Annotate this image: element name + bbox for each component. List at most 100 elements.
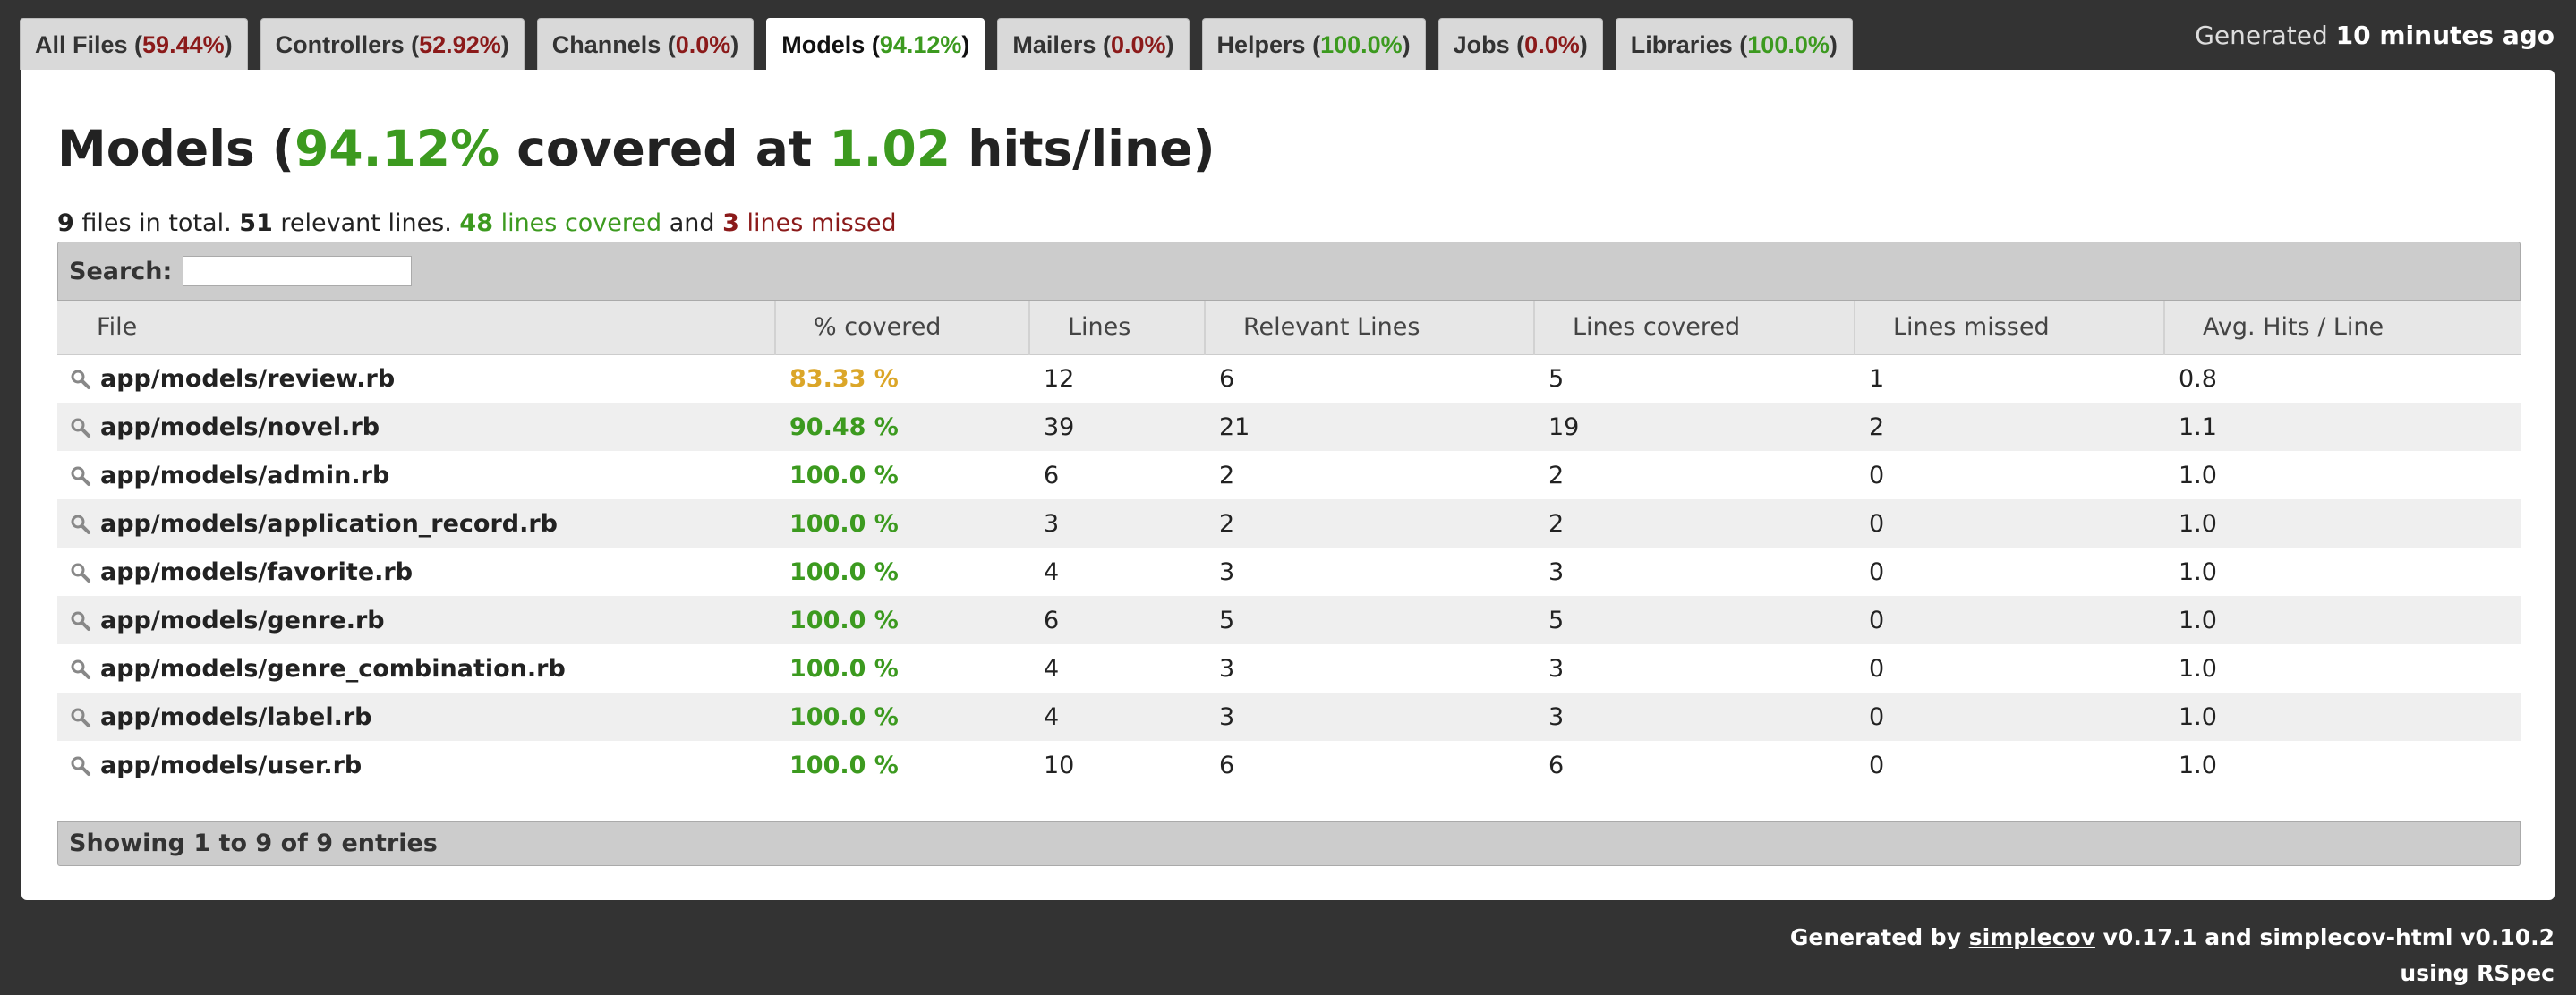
missed-cell: 0: [1855, 499, 2164, 548]
files-text: files in total.: [73, 209, 240, 237]
generated-time: 10 minutes ago: [2335, 21, 2555, 50]
tab-percent: 0.0%: [675, 31, 731, 58]
file-name[interactable]: app/models/novel.rb: [100, 413, 380, 441]
file-name[interactable]: app/models/admin.rb: [100, 462, 389, 489]
table-row: app/models/application_record.rb 100.0 %…: [57, 499, 2521, 548]
column-header-file[interactable]: File: [57, 301, 776, 355]
and-text: and: [661, 209, 723, 237]
file-cell[interactable]: app/models/review.rb: [57, 354, 775, 403]
file-cell[interactable]: app/models/admin.rb: [57, 451, 775, 499]
credits-line-1: Generated by simplecov v0.17.1 and simpl…: [1790, 920, 2555, 956]
file-cell[interactable]: app/models/label.rb: [57, 693, 775, 741]
avg-hits-cell: 1.0: [2179, 751, 2217, 779]
missed-cell: 1: [1869, 364, 1885, 393]
relevant-count: 51: [239, 209, 273, 237]
magnifier-icon: [71, 563, 90, 583]
magnifier-icon: [71, 418, 90, 438]
covered-cell: 3: [1548, 654, 1565, 683]
files-count: 9: [57, 209, 74, 237]
avg-hits-cell: 1.0: [2179, 654, 2217, 683]
column-header-lines-missed[interactable]: Lines missed: [1855, 301, 2165, 355]
avg-hits-cell: 1.0: [2179, 461, 2217, 489]
avg-hits-cell: 0.8: [2179, 364, 2217, 393]
tab-jobs[interactable]: Jobs (0.0%): [1437, 18, 1603, 70]
file-name[interactable]: app/models/review.rb: [100, 365, 395, 393]
credits-prefix: Generated by: [1789, 924, 1969, 950]
tab-channels[interactable]: Channels (0.0%): [536, 18, 755, 70]
covered-cell: 3: [1548, 557, 1565, 586]
column-header-lines[interactable]: Lines: [1029, 301, 1206, 355]
tab-models[interactable]: Models (94.12%): [766, 18, 985, 72]
credits-middle: v0.17.1 and simplecov-html v0.10.2: [2094, 924, 2555, 950]
search-bar: Search:: [57, 242, 2521, 301]
relevant-cell: 3: [1219, 557, 1235, 586]
table-row: app/models/novel.rb 90.48 % 39 21 19 2 1…: [57, 403, 2521, 451]
file-name[interactable]: app/models/favorite.rb: [100, 558, 413, 586]
column-header-relevant[interactable]: Relevant Lines: [1205, 301, 1535, 355]
relevant-cell: 6: [1219, 751, 1235, 779]
tab-controllers[interactable]: Controllers (52.92%): [260, 18, 525, 70]
tab-percent: 0.0%: [1110, 31, 1166, 58]
missed-cell: 0: [1869, 751, 1885, 779]
percent-cell: 100.0 %: [789, 461, 899, 489]
file-cell[interactable]: app/models/user.rb: [57, 741, 775, 789]
table-row: app/models/genre_combination.rb 100.0 % …: [57, 644, 2521, 693]
tab-libraries[interactable]: Libraries (100.0%): [1615, 18, 1853, 70]
tab-label: Helpers: [1216, 31, 1306, 58]
title-hits: 1.02: [829, 120, 951, 177]
tab-percent: 59.44%: [142, 31, 225, 58]
column-header-covered[interactable]: % covered: [775, 301, 1030, 355]
missed-text: lines missed: [738, 209, 897, 237]
percent-cell: 100.0 %: [775, 499, 1029, 548]
lines-cell: 3: [1029, 499, 1205, 548]
simplecov-link[interactable]: simplecov: [1969, 924, 2095, 950]
tab-all-files[interactable]: All Files (59.44%): [20, 18, 248, 70]
lines-cell: 4: [1029, 693, 1205, 741]
file-name[interactable]: app/models/genre.rb: [100, 607, 385, 634]
lines-cell: 4: [1044, 557, 1060, 586]
magnifier-icon: [71, 611, 90, 631]
covered-cell: 5: [1548, 364, 1565, 393]
avg-hits-cell: 1.0: [2164, 596, 2521, 644]
tab-mailers[interactable]: Mailers (0.0%): [997, 18, 1190, 70]
relevant-cell: 5: [1205, 596, 1534, 644]
file-name[interactable]: app/models/application_record.rb: [100, 510, 558, 538]
tab-label: Models: [781, 31, 866, 58]
file-name[interactable]: app/models/label.rb: [100, 703, 372, 731]
covered-cell: 6: [1548, 751, 1565, 779]
missed-summary: 3 lines missed: [722, 209, 896, 237]
relevant-text: relevant lines.: [272, 209, 460, 237]
magnifier-icon: [71, 659, 90, 679]
title-open: (: [254, 120, 295, 177]
tab-helpers[interactable]: Helpers (100.0%): [1201, 18, 1426, 70]
tab-percent: 52.92%: [419, 31, 501, 58]
file-cell[interactable]: app/models/novel.rb: [57, 403, 775, 451]
title-suffix: hits/line): [951, 120, 1215, 177]
magnifier-icon: [71, 515, 90, 534]
avg-hits-cell: 1.0: [2164, 499, 2521, 548]
relevant-cell: 6: [1219, 364, 1235, 393]
file-cell[interactable]: app/models/genre.rb: [57, 596, 775, 644]
tab-label: Libraries: [1630, 31, 1733, 58]
column-header-avg-hits[interactable]: Avg. Hits / Line: [2164, 301, 2521, 355]
file-name[interactable]: app/models/user.rb: [100, 752, 362, 779]
lines-cell: 6: [1029, 596, 1205, 644]
tab-percent: 100.0%: [1747, 31, 1830, 58]
file-name[interactable]: app/models/genre_combination.rb: [100, 655, 566, 683]
search-input[interactable]: [183, 256, 413, 286]
search-label: Search:: [69, 257, 173, 285]
tab-label: Channels: [551, 31, 661, 58]
table-header-row: File % covered Lines Relevant Lines Line…: [57, 301, 2521, 355]
column-header-lines-covered[interactable]: Lines covered: [1534, 301, 1855, 355]
table-row: app/models/genre.rb 100.0 % 6 5 5 0 1.0: [57, 596, 2521, 644]
percent-cell: 100.0 %: [775, 693, 1029, 741]
file-cell[interactable]: app/models/genre_combination.rb: [57, 644, 775, 693]
file-cell[interactable]: app/models/application_record.rb: [57, 499, 775, 548]
missed-count: 3: [722, 209, 739, 237]
relevant-cell: 21: [1205, 403, 1534, 451]
tab-bar: All Files (59.44%) Controllers (52.92%) …: [20, 18, 1853, 72]
table-row: app/models/user.rb 100.0 % 10 6 6 0 1.0: [57, 741, 2521, 789]
percent-cell: 90.48 %: [775, 403, 1029, 451]
lines-cell: 10: [1044, 751, 1075, 779]
file-cell[interactable]: app/models/favorite.rb: [57, 548, 775, 596]
